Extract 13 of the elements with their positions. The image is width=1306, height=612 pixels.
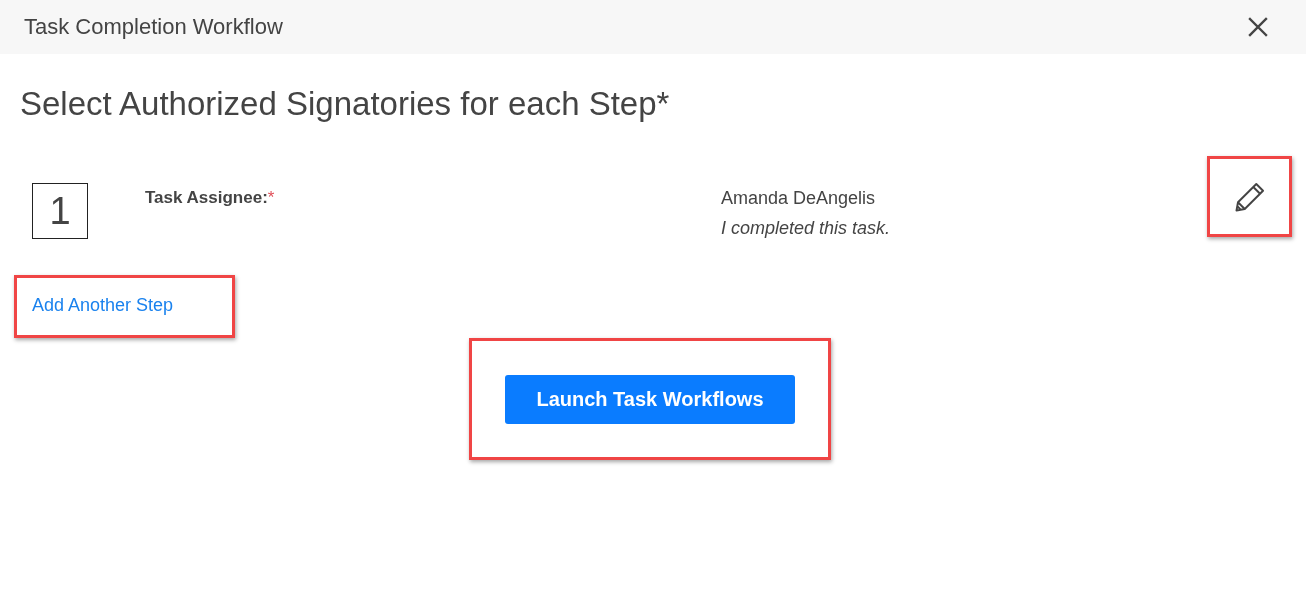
close-icon	[1247, 16, 1269, 38]
launch-button[interactable]: Launch Task Workflows	[505, 374, 795, 424]
add-step-link[interactable]: Add Another Step	[32, 295, 174, 316]
window-title: Task Completion Workflow	[24, 14, 283, 40]
required-asterisk: *	[267, 188, 275, 207]
edit-button[interactable]	[1234, 181, 1265, 212]
pencil-icon	[1234, 181, 1265, 212]
close-button[interactable]	[1247, 16, 1269, 38]
page-heading: Select Authorized Signatories for each Step*	[20, 84, 670, 124]
assignee-name: Amanda DeAngelis	[721, 187, 876, 210]
completion-status: I completed this task.	[721, 217, 891, 240]
step-number: 1	[32, 183, 88, 239]
field-label: Task Assignee:	[145, 188, 268, 207]
